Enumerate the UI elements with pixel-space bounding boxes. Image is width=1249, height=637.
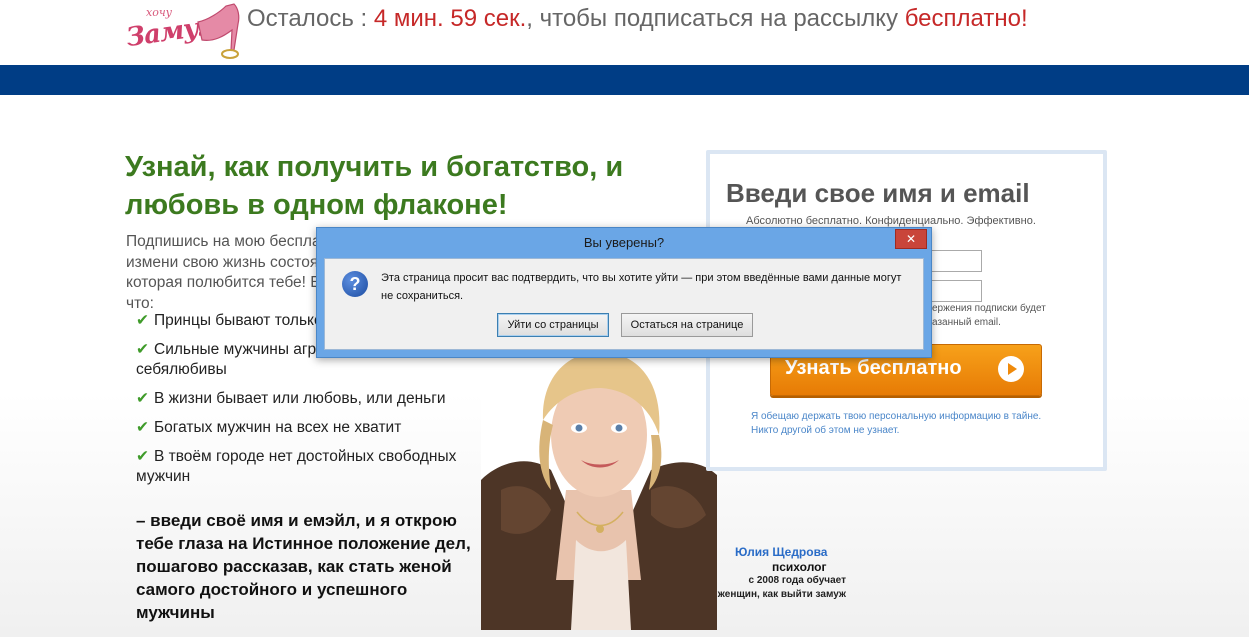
checklist-item: ✔ В жизни бывает или любовь, или деньги <box>136 389 481 409</box>
countdown-time: 4 мин. 59 сек. <box>373 5 527 32</box>
checkmark-icon: ✔ <box>136 341 149 358</box>
form-subtitle: Абсолютно бесплатно. Конфиденциально. Эф… <box>746 215 1036 227</box>
play-arrow-icon <box>998 356 1024 382</box>
site-logo[interactable]: хочу Замуж <box>124 2 244 60</box>
checklist-item-text: В жизни бывает или любовь, или деньги <box>154 390 446 407</box>
stay-on-page-button[interactable]: Остаться на странице <box>621 313 753 337</box>
leave-page-button[interactable]: Уйти со страницы <box>497 313 609 337</box>
confirmation-note: ержения подписки будет азанный email. <box>932 302 1046 330</box>
privacy-note: Я обещаю держать твою персональную инфор… <box>751 411 1042 436</box>
timer-highlight: бесплатно <box>904 5 1021 32</box>
close-icon[interactable]: ✕ <box>895 229 927 249</box>
checklist-item-text: В твоём городе нет достойных свободных м… <box>136 448 457 485</box>
countdown-banner: Осталось : 4 мин. 59 сек., чтобы подписа… <box>247 5 1028 33</box>
checklist-item-text: Богатых мужчин на всех не хватит <box>154 419 402 436</box>
checklist-item: ✔ В твоём городе нет достойных свободных … <box>136 447 481 487</box>
checkmark-icon: ✔ <box>136 448 149 465</box>
header-band <box>0 65 1249 95</box>
dialog-title: Вы уверены? <box>583 235 665 250</box>
confirmation-note-line: ержения подписки будет <box>932 303 1046 314</box>
checkmark-icon: ✔ <box>136 419 149 436</box>
timer-suffix: ! <box>1020 5 1028 32</box>
page-headline: Узнай, как получить и богатство, и любов… <box>125 151 624 221</box>
submit-button-label: Узнать бесплатно <box>785 357 962 379</box>
dialog-message: Эта страница просит вас подтвердить, что… <box>381 272 902 302</box>
form-title: Введи свое имя и email <box>726 178 1030 208</box>
shoe-icon <box>197 3 240 59</box>
author-description: с 2008 года обучает женщин, как выйти за… <box>717 575 846 600</box>
author-portrait-image <box>481 351 717 630</box>
header: хочу Замуж Осталось : 4 мин. 59 сек., чт… <box>0 0 1249 65</box>
name-input[interactable] <box>928 250 982 272</box>
author-photo <box>481 340 717 630</box>
confirmation-note-line: азанный email. <box>932 317 1001 328</box>
timer-prefix: Осталось : <box>247 5 374 32</box>
author-name: Юлия Щедрова <box>735 545 828 559</box>
checkmark-icon: ✔ <box>136 312 149 329</box>
question-icon: ? <box>342 271 368 297</box>
author-role: психолог <box>772 560 827 574</box>
checkmark-icon: ✔ <box>136 390 149 407</box>
dialog-body: ? Эта страница просит вас подтвердить, ч… <box>324 258 924 350</box>
email-input[interactable] <box>928 280 982 302</box>
leave-page-dialog: Вы уверены? ✕ ? Эта страница просит вас … <box>316 227 932 358</box>
checklist-item: ✔ Богатых мужчин на всех не хватит <box>136 418 481 438</box>
cta-text: – введи своё имя и емэйл, и я открою теб… <box>136 511 471 622</box>
timer-middle: , чтобы подписаться на рассылку <box>526 5 905 32</box>
